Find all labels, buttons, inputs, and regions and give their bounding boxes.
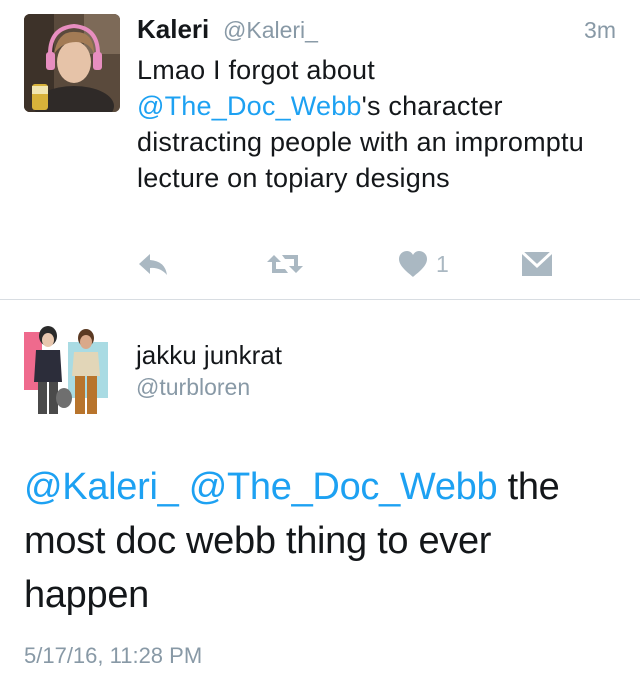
relative-time: 3m <box>584 17 616 43</box>
avatar-kaleri[interactable] <box>24 14 120 112</box>
reply-button[interactable] <box>136 244 170 284</box>
mention-link[interactable]: @The_Doc_Webb <box>189 466 498 508</box>
envelope-icon <box>520 250 554 278</box>
tweet-text-start: Lmao I forgot about <box>137 55 375 85</box>
mention-link[interactable]: @Kaleri_ <box>24 466 179 508</box>
retweet-button[interactable] <box>266 244 304 284</box>
reply-icon <box>136 249 170 279</box>
avatar-jakku-junkrat[interactable] <box>22 320 118 422</box>
tweet-actions: 1 <box>0 244 640 284</box>
tweet-text: @Kaleri_ @The_Doc_Webb the most doc webb… <box>24 460 624 622</box>
author-handle[interactable]: @turbloren <box>136 374 250 401</box>
heart-icon <box>398 250 428 278</box>
tweet-text: Lmao I forgot about @The_Doc_Webb's char… <box>137 52 607 196</box>
direct-message-button[interactable] <box>520 244 554 284</box>
author-handle[interactable]: @Kaleri_ <box>223 17 318 44</box>
mention-link[interactable]: @The_Doc_Webb <box>137 91 362 121</box>
like-count: 1 <box>436 250 449 277</box>
tweet-kaleri[interactable]: Kaleri @Kaleri_ 3m Lmao I forgot about @… <box>0 0 640 300</box>
tweet-divider <box>0 299 640 300</box>
retweet-icon <box>266 249 304 279</box>
like-button[interactable]: 1 <box>398 244 449 284</box>
author-name[interactable]: Kaleri <box>137 14 209 45</box>
author-name[interactable]: jakku junkrat <box>136 340 282 371</box>
timestamp: 5/17/16, 11:28 PM <box>24 643 203 668</box>
